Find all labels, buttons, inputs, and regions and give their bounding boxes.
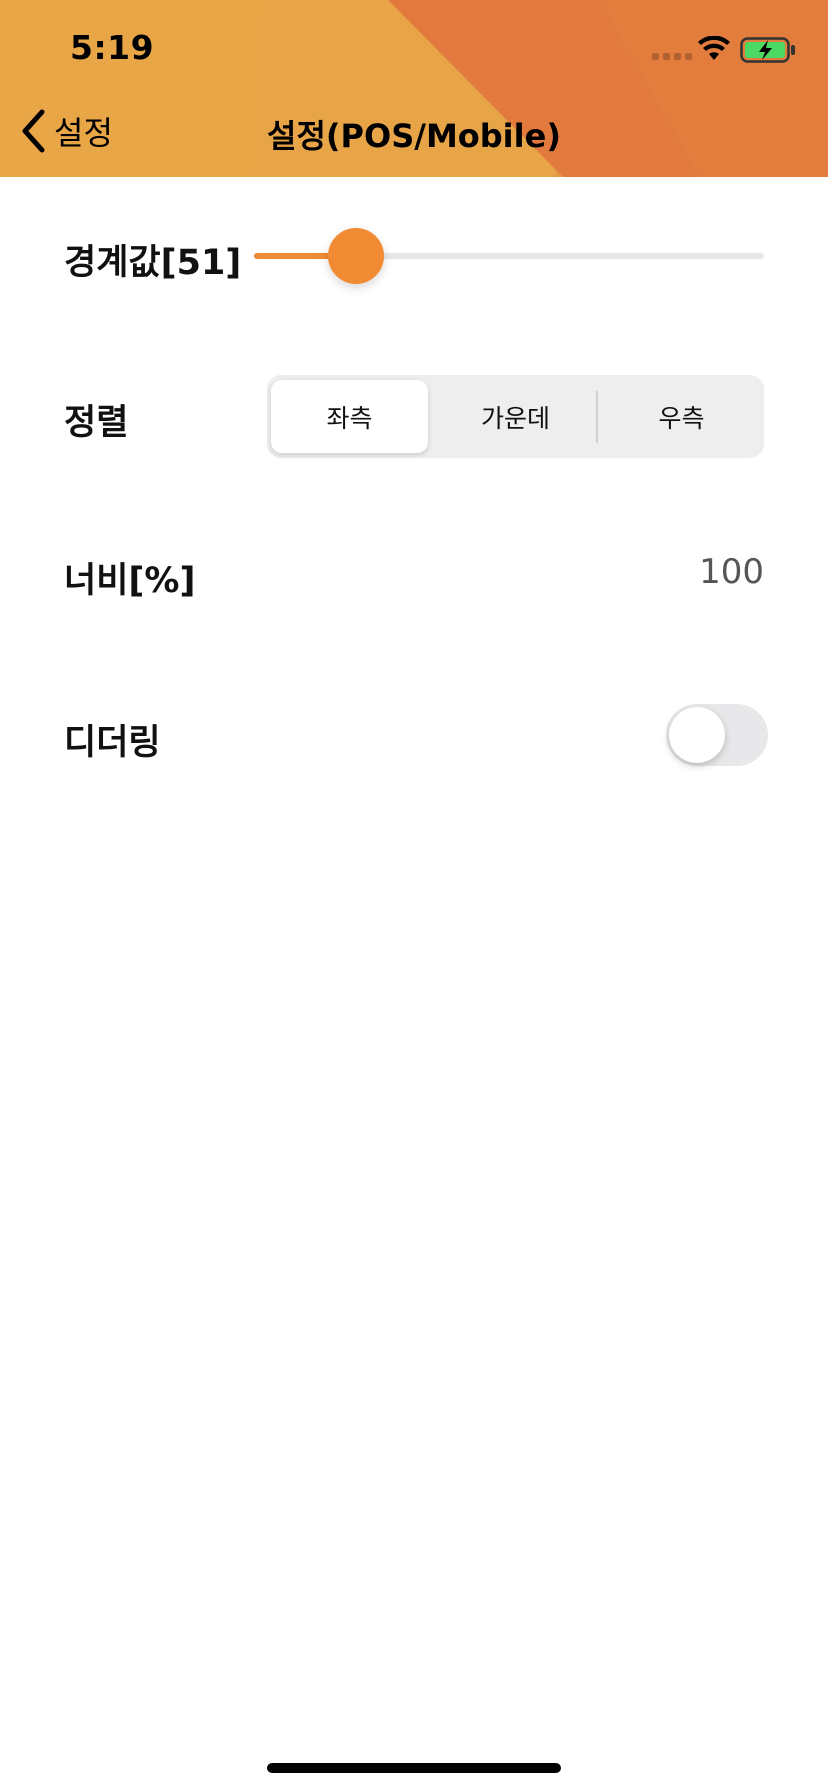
toggle-knob bbox=[669, 707, 725, 763]
alignment-segmented-control: 좌측 가운데 우측 bbox=[267, 375, 764, 458]
battery-charging-icon bbox=[740, 37, 795, 63]
slider-thumb[interactable] bbox=[328, 228, 384, 284]
threshold-label: 경계값[51] bbox=[64, 243, 242, 283]
segment-right[interactable]: 우측 bbox=[603, 380, 760, 453]
width-label: 너비[%] bbox=[64, 561, 196, 601]
settings-screen: 5:19 설정 설정(POS/Mobile) 경계값[51] 정렬 좌측 가운데… bbox=[0, 0, 828, 1792]
status-time: 5:19 bbox=[70, 28, 155, 67]
page-title: 설정(POS/Mobile) bbox=[267, 117, 561, 155]
segment-divider bbox=[596, 391, 598, 443]
width-value[interactable]: 100 bbox=[699, 552, 764, 592]
threshold-slider[interactable] bbox=[254, 228, 764, 284]
dithering-toggle[interactable] bbox=[666, 704, 768, 766]
wifi-icon bbox=[698, 36, 730, 60]
home-indicator bbox=[267, 1763, 561, 1773]
segment-left[interactable]: 좌측 bbox=[271, 380, 428, 453]
dithering-label: 디더링 bbox=[64, 723, 161, 763]
cellular-signal-icon bbox=[652, 53, 692, 60]
nav-header: 5:19 설정 설정(POS/Mobile) bbox=[0, 0, 828, 177]
alignment-label: 정렬 bbox=[64, 403, 129, 443]
segment-center[interactable]: 가운데 bbox=[437, 380, 594, 453]
